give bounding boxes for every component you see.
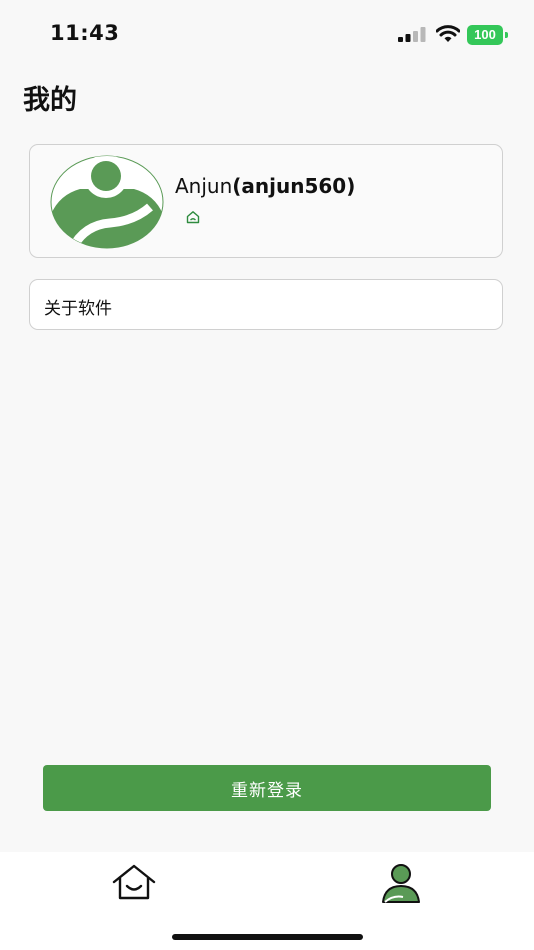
tab-profile[interactable] bbox=[377, 862, 425, 904]
battery-tip bbox=[505, 32, 508, 38]
status-bar: 11:43 100 bbox=[0, 0, 534, 70]
wifi-icon bbox=[436, 25, 460, 42]
profile-card[interactable]: Anjun(anjun560) bbox=[29, 144, 503, 258]
user-avatar-icon bbox=[50, 155, 164, 249]
relogin-button[interactable]: 重新登录 bbox=[43, 765, 491, 811]
home-icon bbox=[112, 864, 156, 900]
display-name: Anjun bbox=[175, 174, 233, 198]
signal-icon bbox=[398, 27, 426, 42]
battery-icon: 100 bbox=[467, 25, 509, 45]
house-badge-icon bbox=[186, 211, 200, 224]
about-software-label: 关于软件 bbox=[44, 299, 112, 319]
battery-level: 100 bbox=[467, 25, 503, 45]
about-software-item[interactable]: 关于软件 bbox=[29, 279, 503, 330]
profile-icon bbox=[382, 864, 420, 903]
home-indicator bbox=[172, 934, 363, 940]
status-time: 11:43 bbox=[50, 21, 120, 45]
page-title: 我的 bbox=[23, 85, 77, 116]
username: (anjun560) bbox=[232, 174, 356, 198]
tab-home[interactable] bbox=[110, 862, 158, 904]
profile-name: Anjun(anjun560) bbox=[175, 174, 355, 198]
